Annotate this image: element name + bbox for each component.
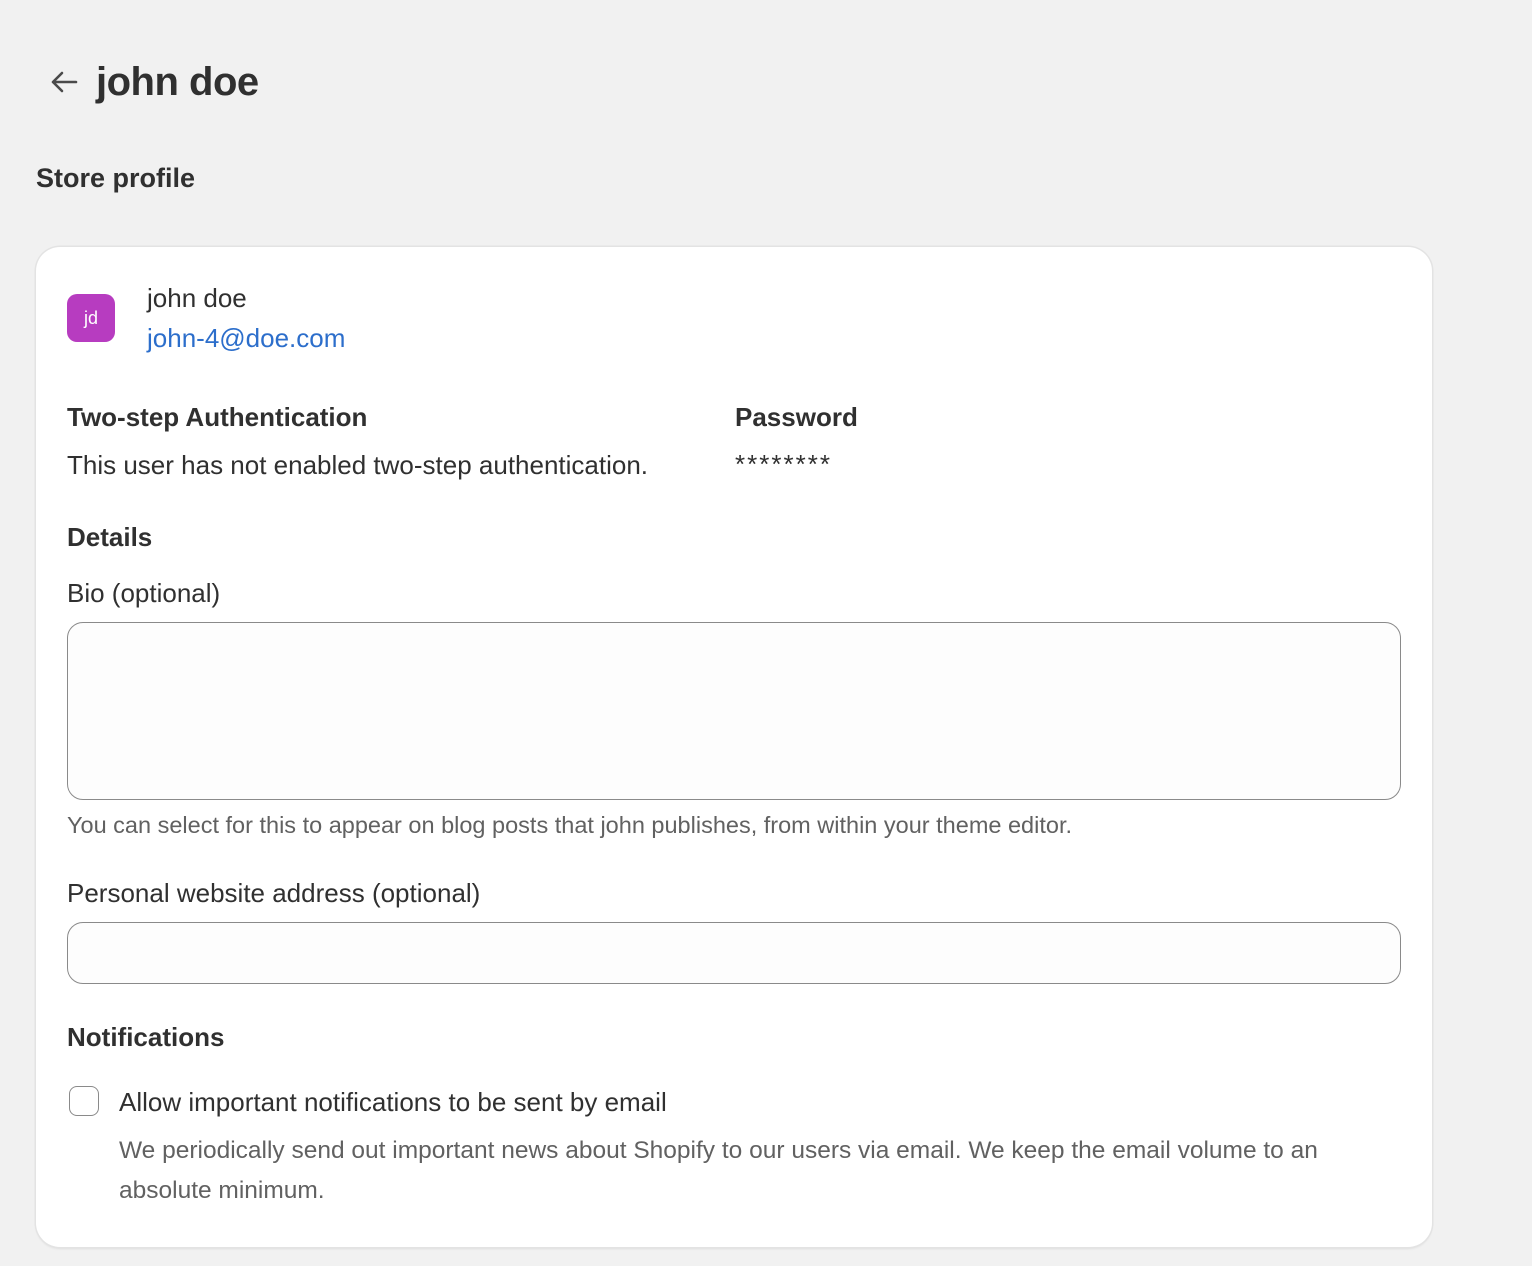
bio-label: Bio (optional) — [67, 578, 221, 608]
back-button[interactable] — [44, 56, 84, 108]
arrow-left-icon — [51, 71, 78, 93]
bio-textarea[interactable] — [67, 622, 1401, 800]
page-header: john doe — [44, 56, 259, 108]
page-title: john doe — [96, 60, 259, 104]
website-input[interactable] — [67, 922, 1401, 984]
password-heading: Password — [735, 402, 858, 432]
profile-card: jd john doe john-4@doe.com Two-step Auth… — [36, 247, 1432, 1247]
section-title: Store profile — [36, 163, 196, 193]
notifications-heading: Notifications — [67, 1022, 225, 1052]
user-name: john doe — [147, 283, 247, 313]
website-label: Personal website address (optional) — [67, 878, 481, 908]
details-heading: Details — [67, 522, 153, 552]
bio-help-text: You can select for this to appear on blo… — [67, 812, 1073, 838]
two-step-heading: Two-step Authentication — [67, 402, 368, 432]
two-step-status-text: This user has not enabled two-step authe… — [67, 450, 649, 480]
password-value: ******** — [735, 449, 832, 479]
user-email-link[interactable]: john-4@doe.com — [147, 321, 345, 355]
email-notifications-help-text: We periodically send out important news … — [119, 1137, 1318, 1204]
avatar: jd — [67, 294, 115, 342]
email-notifications-label[interactable]: Allow important notifications to be sent… — [119, 1085, 667, 1119]
email-notifications-checkbox[interactable] — [69, 1086, 99, 1116]
